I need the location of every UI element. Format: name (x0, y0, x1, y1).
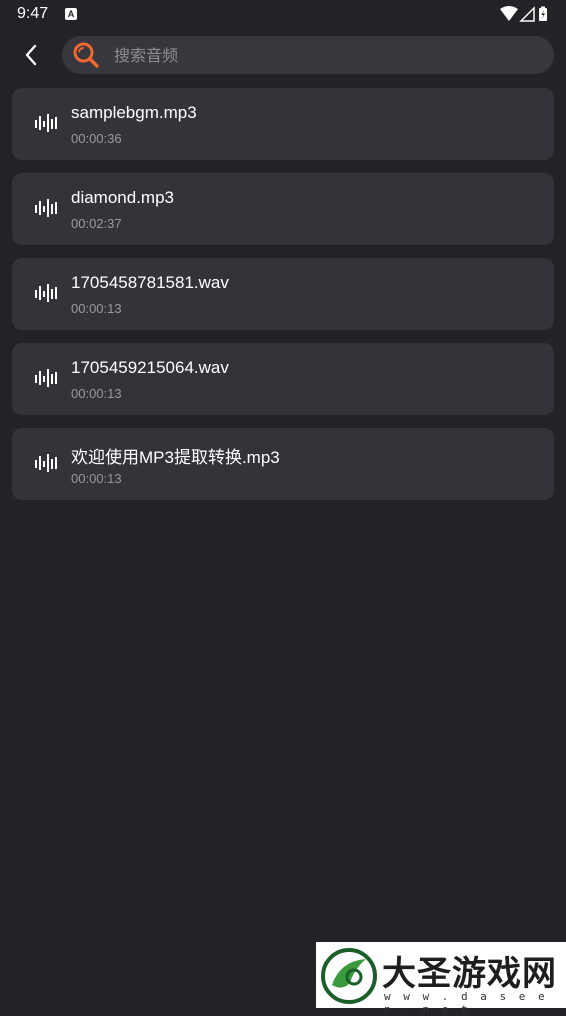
audio-file-list: samplebgm.mp3 00:00:36 diamond.mp3 00:02… (12, 88, 554, 513)
chevron-left-icon (25, 44, 37, 66)
file-name: samplebgm.mp3 (71, 103, 197, 122)
audio-wave-icon (35, 199, 59, 221)
audio-wave-icon (35, 369, 59, 391)
list-item[interactable]: samplebgm.mp3 00:00:36 (12, 88, 554, 160)
search-icon (72, 41, 100, 73)
status-bar: 9:47 A (0, 0, 566, 30)
list-item[interactable]: 欢迎使用MP3提取转换.mp3 00:00:13 (12, 428, 554, 500)
site-watermark: 大圣游戏网 w w w . d a s e e n . n e t (316, 942, 566, 1016)
status-time: 9:47 (17, 5, 49, 22)
watermark-title: 大圣游戏网 (382, 954, 557, 994)
audio-wave-icon (35, 454, 59, 476)
file-name: 欢迎使用MP3提取转换.mp3 (71, 448, 280, 467)
search-box[interactable] (62, 36, 554, 74)
file-name: 1705458781581.wav (71, 273, 229, 292)
file-name: 1705459215064.wav (71, 358, 229, 377)
list-item[interactable]: 1705458781581.wav 00:00:13 (12, 258, 554, 330)
search-input[interactable] (114, 36, 534, 74)
file-duration: 00:02:37 (71, 216, 122, 231)
file-duration: 00:00:36 (71, 131, 122, 146)
audio-wave-icon (35, 284, 59, 306)
notification-icon: A (65, 8, 77, 20)
top-bar (0, 30, 566, 82)
status-icons (500, 6, 550, 22)
list-item[interactable]: diamond.mp3 00:02:37 (12, 173, 554, 245)
audio-wave-icon (35, 114, 59, 136)
file-duration: 00:00:13 (71, 386, 122, 401)
file-name: diamond.mp3 (71, 188, 175, 207)
watermark-logo-icon (320, 947, 378, 1009)
battery-icon (539, 6, 547, 21)
watermark-url: w w w . d a s e e n . n e t (384, 990, 548, 1016)
back-button[interactable] (14, 40, 48, 70)
file-duration: 00:00:13 (71, 301, 122, 316)
signal-icon (519, 6, 535, 22)
wifi-icon (500, 6, 518, 21)
file-duration: 00:00:13 (71, 471, 122, 486)
list-item[interactable]: 1705459215064.wav 00:00:13 (12, 343, 554, 415)
